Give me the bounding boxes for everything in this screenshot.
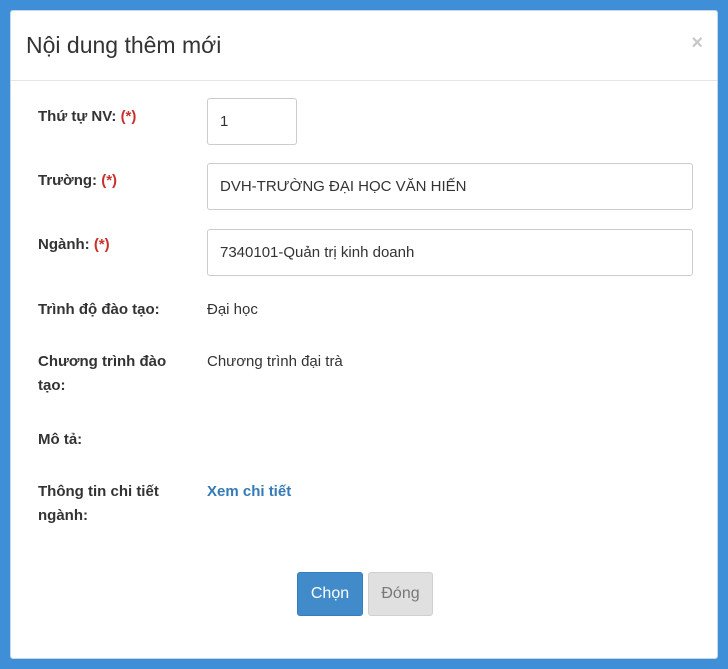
school-label: Trường: (*) xyxy=(38,169,188,193)
modal-dialog: Nội dung thêm mới × Thứ tự NV: (*) 1 Trư… xyxy=(10,10,718,659)
major-label: Ngành: (*) xyxy=(38,233,188,257)
close-icon[interactable]: × xyxy=(691,33,703,53)
modal-title: Nội dung thêm mới xyxy=(26,32,222,58)
order-label: Thứ tự NV: (*) xyxy=(38,105,188,129)
school-required-mark: (*) xyxy=(101,172,118,189)
description-label: Mô tả: xyxy=(38,431,83,448)
major-required-mark: (*) xyxy=(93,236,110,253)
level-label: Trình độ đào tạo: xyxy=(38,301,160,318)
program-label: Chương trình đào tạo: xyxy=(38,353,167,394)
order-label-text: Thứ tự NV: xyxy=(38,108,117,125)
order-input[interactable]: 1 xyxy=(207,98,297,145)
major-input[interactable]: 7340101-Quản trị kinh doanh xyxy=(207,229,693,276)
close-button[interactable]: Đóng xyxy=(368,572,433,616)
level-value: Đại học xyxy=(207,301,258,318)
view-details-link[interactable]: Xem chi tiết xyxy=(207,480,291,504)
details-label: Thông tin chi tiết ngành: xyxy=(38,483,159,524)
school-input[interactable]: DVH-TRƯỜNG ĐẠI HỌC VĂN HIẾN xyxy=(207,163,693,210)
order-required-mark: (*) xyxy=(120,108,137,125)
school-label-text: Trường: xyxy=(38,172,98,189)
program-value: Chương trình đại trà xyxy=(207,353,343,370)
select-button[interactable]: Chọn xyxy=(297,572,363,616)
modal-header: Nội dung thêm mới × xyxy=(11,11,717,81)
major-label-text: Ngành: xyxy=(38,236,90,253)
